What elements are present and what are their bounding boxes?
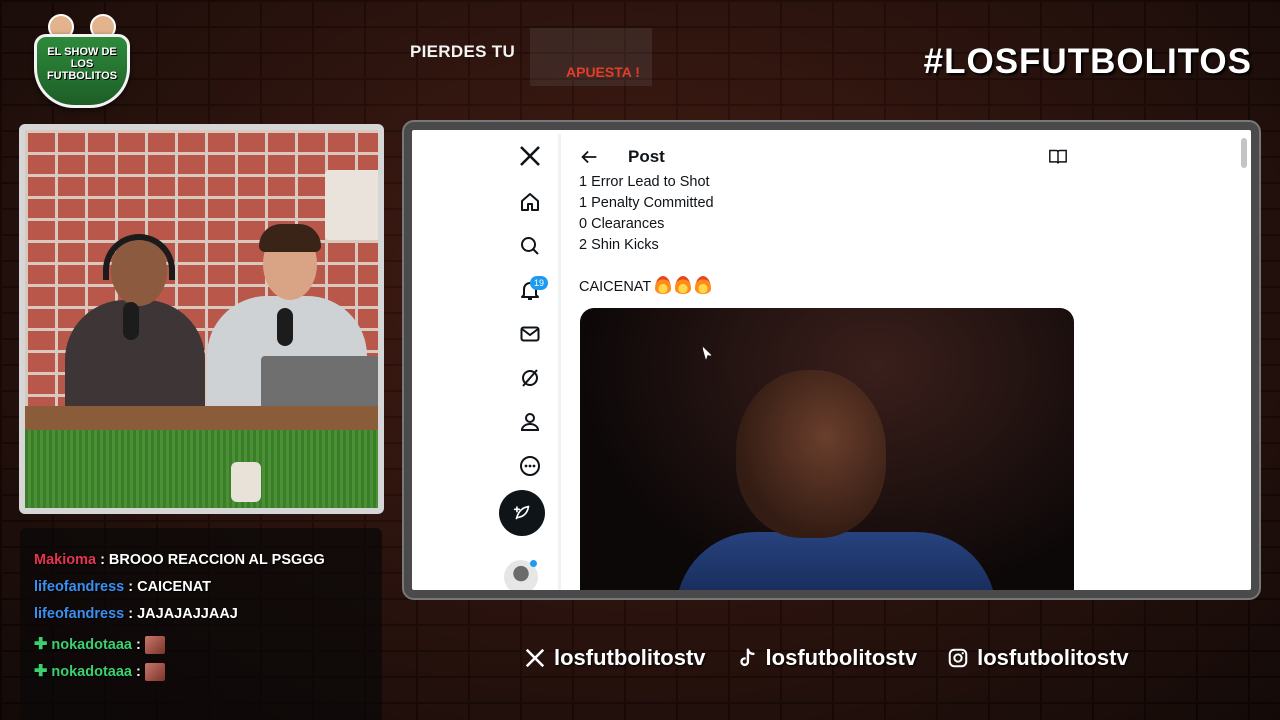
- ticker-primary-text: PIERDES TU: [410, 42, 516, 61]
- column-divider: [558, 134, 561, 590]
- chat-username: lifeofandress: [34, 606, 125, 622]
- mail-icon[interactable]: [510, 314, 550, 354]
- social-handle: losfutbolitostv: [765, 645, 918, 670]
- tweet-body: 1 Error Lead to Shot 1 Penalty Committed…: [579, 172, 1079, 256]
- promo-ticker: PIERDES TU APUESTA !: [410, 28, 654, 86]
- social-x: losfutbolitostv: [524, 645, 706, 671]
- more-icon[interactable]: [510, 446, 550, 486]
- grok-icon[interactable]: [510, 358, 550, 398]
- chat-username: nokadotaaa: [51, 664, 132, 680]
- search-icon[interactable]: [510, 226, 550, 266]
- bell-icon[interactable]: 19: [510, 270, 550, 310]
- tweet-media-image[interactable]: [580, 308, 1074, 590]
- grass-desk-mat: [25, 430, 378, 508]
- social-handles: losfutbolitostv losfutbolitostv losfutbo…: [524, 642, 1129, 674]
- notification-badge: 19: [530, 276, 548, 290]
- profile-icon[interactable]: [510, 402, 550, 442]
- tweet-stat-line: 2 Shin Kicks: [579, 237, 659, 253]
- reader-mode-icon[interactable]: [1048, 148, 1068, 166]
- chat-message: Makioma: BROOO REACCION AL PSGGG: [34, 552, 325, 568]
- tweet-stat-line: 0 Clearances: [579, 216, 665, 232]
- host-right-hair: [259, 224, 321, 252]
- social-tiktok: losfutbolitostv: [736, 645, 918, 671]
- chat-message: lifeofandress: JAJAJAJJAAJ: [34, 606, 238, 622]
- instagram-icon: [948, 648, 968, 668]
- back-arrow-icon[interactable]: [578, 146, 600, 168]
- chat-username: nokadotaaa: [51, 637, 132, 653]
- webcam-feed: [19, 124, 384, 514]
- post-header: Post: [572, 138, 1092, 174]
- tweet-tagline: CAICENAT: [579, 279, 652, 295]
- chat-text: : BROOO REACCION AL PSGGG: [100, 552, 325, 568]
- emote-icon: [144, 663, 165, 682]
- player-head: [736, 370, 886, 538]
- hashtag-title: #LOSFUTBOLITOS: [923, 42, 1252, 81]
- status-dot: [530, 560, 537, 567]
- x-logo-icon[interactable]: [510, 136, 550, 176]
- microphone-right: [277, 308, 293, 346]
- page-scrollbar[interactable]: [1241, 138, 1247, 168]
- fire-emoji-icon: [675, 276, 692, 294]
- chat-message: lifeofandress: CAICENAT: [34, 579, 211, 595]
- logo-text: EL SHOW DE LOS FUTBOLITOS: [46, 46, 118, 82]
- chat-text: :: [136, 637, 141, 653]
- tiktok-icon: [739, 648, 755, 667]
- x-icon: [525, 648, 545, 668]
- plus-badge-icon: ✚: [34, 636, 48, 653]
- remote-control: [231, 462, 261, 502]
- player-shirt: [676, 532, 996, 590]
- compose-icon: [513, 505, 530, 520]
- emote-icon: [144, 636, 165, 655]
- mouse-cursor-icon: [702, 346, 712, 360]
- plus-badge-icon: ✚: [34, 663, 48, 680]
- fire-emoji-icon: [655, 276, 672, 294]
- compose-button[interactable]: [499, 490, 545, 536]
- chat-message: ✚ nokadotaaa:: [34, 661, 165, 682]
- ticker-secondary-panel: APUESTA !: [530, 28, 652, 86]
- chat-text: : CAICENAT: [128, 579, 211, 595]
- chat-message: ✚ nokadotaaa:: [34, 634, 165, 655]
- tweet-stat-line: 1 Error Lead to Shot: [579, 174, 710, 190]
- chat-username: lifeofandress: [34, 579, 125, 595]
- microphone-left: [123, 302, 139, 340]
- chat-username: Makioma: [34, 552, 97, 568]
- browser-capture: 19 Post 1 Error Lead to Shot 1 Penalty C…: [404, 122, 1259, 598]
- tweet-stat-line: 1 Penalty Committed: [579, 195, 714, 211]
- show-logo: EL SHOW DE LOS FUTBOLITOS: [28, 14, 136, 112]
- tweet-tagline-row: CAICENAT: [579, 276, 712, 295]
- page-title: Post: [628, 147, 665, 166]
- chat-text: :: [136, 664, 141, 680]
- ticker-secondary-text: APUESTA !: [566, 64, 640, 80]
- home-icon[interactable]: [510, 182, 550, 222]
- live-chat-panel: Makioma: BROOO REACCION AL PSGGG lifeofa…: [20, 528, 382, 720]
- social-handle: losfutbolitostv: [554, 645, 706, 670]
- chat-text: : JAJAJAJJAAJ: [128, 606, 238, 622]
- social-instagram: losfutbolitostv: [947, 645, 1129, 671]
- shelf-decoration: [325, 170, 378, 240]
- social-handle: losfutbolitostv: [977, 645, 1129, 670]
- fire-emoji-icon: [695, 276, 712, 294]
